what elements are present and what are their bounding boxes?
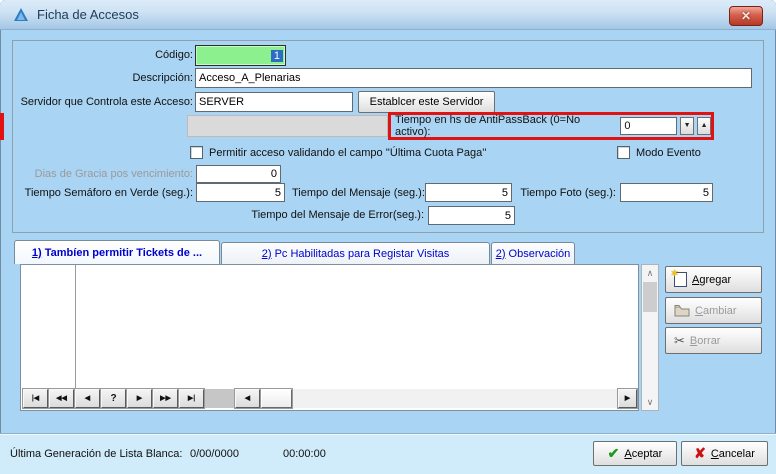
- borrar-button[interactable]: ✂ Borrar: [665, 327, 762, 354]
- spin-up-icon[interactable]: ▲: [697, 117, 711, 135]
- list-column-divider: [75, 265, 76, 388]
- nav-next-page-button[interactable]: ▶▶: [153, 389, 178, 408]
- mensaje-label: Tiempo del Mensaje (seg.):: [292, 187, 421, 199]
- modo-evento-checkbox-label: Modo Evento: [636, 147, 701, 159]
- hscroll-thumb[interactable]: [261, 389, 292, 408]
- check-icon: ✔: [608, 445, 620, 462]
- nav-prior-button[interactable]: ◀: [75, 389, 100, 408]
- cambiar-button[interactable]: Cambiar: [665, 297, 762, 324]
- hscrollbar-gap: [205, 389, 234, 408]
- lista-blanca-status-label: Última Generación de Lista Blanca:: [10, 448, 182, 460]
- nav-search-button[interactable]: ?: [101, 389, 126, 408]
- modo-evento-checkbox[interactable]: [617, 146, 630, 159]
- descripcion-input[interactable]: [195, 68, 752, 88]
- nav-prior-page-button[interactable]: ◀◀: [49, 389, 74, 408]
- lista-blanca-time: 00:00:00: [283, 448, 326, 460]
- titlebar[interactable]: Ficha de Accesos ✕: [0, 0, 776, 30]
- codigo-value-selected: 1: [271, 50, 283, 62]
- close-icon: ✕: [741, 9, 751, 23]
- footer-panel: Última Generación de Lista Blanca: 0/00/…: [0, 433, 776, 474]
- antipassback-highlight: Tiempo en hs de AntiPassBack (0=No activ…: [388, 112, 714, 140]
- permitir-checkbox[interactable]: [190, 146, 203, 159]
- scroll-down-icon[interactable]: ∨: [642, 394, 658, 410]
- hscroll-right-icon[interactable]: ▶: [618, 389, 637, 408]
- dias-gracia-input[interactable]: [196, 165, 281, 183]
- servidor-label: Servidor que Controla este Acceso:: [20, 96, 193, 108]
- servidor-input[interactable]: [195, 92, 353, 112]
- mensaje-error-label: Tiempo del Mensaje de Error(seg.):: [214, 209, 424, 221]
- close-button[interactable]: ✕: [729, 6, 763, 26]
- semaforo-input[interactable]: [196, 183, 285, 202]
- foto-label: Tiempo Foto (seg.):: [510, 187, 616, 199]
- antipassback-label: Tiempo en hs de AntiPassBack (0=No activ…: [395, 114, 617, 138]
- tab-observacion[interactable]: 2) Observación: [491, 242, 575, 264]
- folder-icon: [674, 304, 690, 317]
- hscroll-left-icon[interactable]: ◀: [235, 389, 260, 408]
- mensaje-input[interactable]: [425, 183, 512, 202]
- hscroll-track[interactable]: [293, 389, 617, 408]
- descripcion-label: Descripción:: [60, 72, 193, 84]
- agregar-button[interactable]: ✶ Agregar: [665, 266, 762, 293]
- establecer-servidor-button[interactable]: Establcer este Servidor: [358, 91, 495, 113]
- permitir-checkbox-label: Permitir acceso validando el campo ''Últ…: [209, 147, 486, 159]
- record-navigator: |◀ ◀◀ ◀ ? ▶ ▶▶ ▶| ◀ ▶: [23, 388, 637, 408]
- mensaje-error-input[interactable]: [428, 206, 515, 225]
- nav-last-button[interactable]: ▶|: [179, 389, 204, 408]
- tickets-list[interactable]: |◀ ◀◀ ◀ ? ▶ ▶▶ ▶| ◀ ▶: [20, 264, 639, 411]
- nav-next-button[interactable]: ▶: [127, 389, 152, 408]
- codigo-label: Código:: [60, 49, 193, 61]
- cancelar-button[interactable]: ✘ Cancelar: [681, 441, 768, 466]
- tab-pc-habilitadas[interactable]: 2) Pc Habilitadas para Registar Visitas: [221, 242, 490, 264]
- window-title: Ficha de Accesos: [37, 7, 139, 22]
- annotation-left-mark: [0, 113, 4, 140]
- vscroll-thumb[interactable]: [643, 282, 657, 312]
- foto-input[interactable]: [620, 183, 713, 202]
- app-logo-icon: [13, 7, 29, 23]
- scroll-up-icon[interactable]: ∧: [642, 265, 658, 281]
- lista-blanca-date: 0/00/0000: [190, 448, 239, 460]
- cross-icon: ✘: [694, 445, 706, 462]
- antipassback-input[interactable]: 0: [620, 117, 677, 135]
- dialog-ficha-de-accesos: Ficha de Accesos ✕ Código: 1 Descripción…: [0, 0, 776, 474]
- spin-down-icon[interactable]: ▼: [680, 117, 694, 135]
- nav-first-button[interactable]: |◀: [23, 389, 48, 408]
- disabled-progress-bar: [187, 115, 388, 137]
- list-vscrollbar[interactable]: ∧ ∨: [641, 264, 659, 411]
- dias-gracia-label: Dias de Gracia pos vencimiento:: [20, 168, 193, 180]
- tab-tickets[interactable]: 1) Tambíen permitir Tickets de ...: [14, 240, 220, 264]
- scissors-icon: ✂: [674, 333, 685, 349]
- aceptar-button[interactable]: ✔ Aceptar: [593, 441, 677, 466]
- semaforo-label: Tiempo Semáforo en Verde (seg.):: [20, 187, 193, 199]
- codigo-field[interactable]: 1: [195, 45, 286, 66]
- new-document-icon: ✶: [674, 272, 687, 287]
